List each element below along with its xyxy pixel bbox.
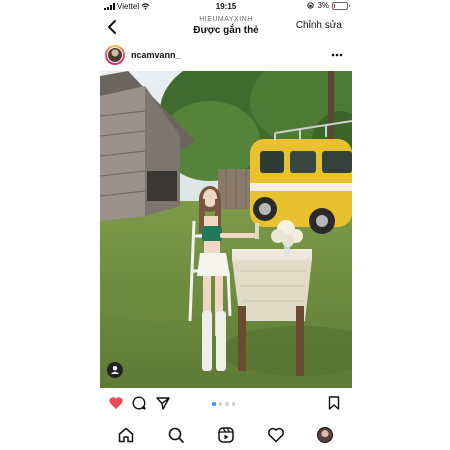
status-right-group: 3% bbox=[307, 1, 350, 10]
battery-percent: 3% bbox=[317, 1, 329, 10]
more-horizontal-icon[interactable] bbox=[330, 50, 344, 60]
heart-icon[interactable] bbox=[267, 426, 285, 444]
post-header: ncamvann_ bbox=[100, 42, 352, 70]
carousel-dot bbox=[212, 402, 216, 406]
reels-icon[interactable] bbox=[217, 426, 235, 444]
post-action-bar bbox=[100, 392, 352, 414]
bottom-tab-bar bbox=[100, 421, 352, 450]
battery-icon bbox=[332, 1, 350, 10]
comment-icon[interactable] bbox=[131, 395, 147, 411]
avatar[interactable] bbox=[105, 45, 125, 65]
carousel-dot bbox=[225, 402, 229, 406]
share-icon[interactable] bbox=[155, 395, 171, 411]
tag-user-icon[interactable] bbox=[107, 362, 123, 378]
carousel-dot bbox=[231, 402, 235, 406]
carousel-dot bbox=[218, 402, 222, 406]
carousel-indicator bbox=[212, 402, 235, 406]
edit-button[interactable]: Chỉnh sửa bbox=[296, 20, 342, 31]
profile-avatar[interactable] bbox=[317, 427, 333, 443]
home-icon[interactable] bbox=[117, 426, 135, 444]
heart-icon[interactable] bbox=[108, 395, 124, 411]
bookmark-icon[interactable] bbox=[326, 395, 342, 411]
post-username[interactable]: ncamvann_ bbox=[131, 50, 181, 60]
nav-header: HIEUMAYXINH Được gắn thẻ Chỉnh sửa bbox=[100, 14, 352, 42]
search-icon[interactable] bbox=[167, 426, 185, 444]
rotation-lock-icon bbox=[307, 2, 315, 9]
post-photo[interactable] bbox=[100, 71, 352, 388]
post-photo-image bbox=[100, 71, 352, 388]
status-bar: Viettel 19:15 3% bbox=[100, 0, 352, 14]
